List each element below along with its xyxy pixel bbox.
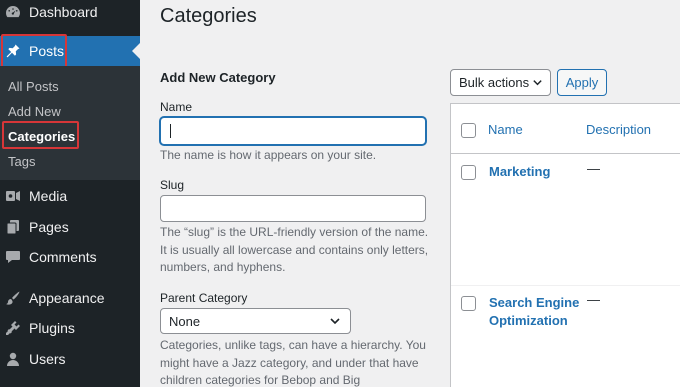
chevron-down-icon <box>330 318 340 325</box>
menu-item-dashboard[interactable]: Dashboard <box>0 0 140 27</box>
column-header-description[interactable]: Description <box>586 122 651 137</box>
slug-input[interactable] <box>160 195 426 222</box>
submenu-item-all-posts[interactable]: All Posts <box>8 79 59 94</box>
category-description: — <box>587 161 600 176</box>
menu-label: Appearance <box>29 290 105 306</box>
row-checkbox[interactable] <box>461 165 476 180</box>
admin-sidebar: Dashboard Posts All Posts Add New Catego… <box>0 0 140 387</box>
slug-label: Slug <box>160 178 185 192</box>
menu-item-pages[interactable]: Pages <box>0 212 140 242</box>
apply-button[interactable]: Apply <box>557 69 607 96</box>
comment-icon <box>5 249 21 265</box>
chevron-down-icon <box>533 80 542 86</box>
menu-label: Pages <box>29 219 69 235</box>
bulk-actions-value: Bulk actions <box>459 75 530 90</box>
category-name-link[interactable]: Search Engine Optimization <box>489 294 581 330</box>
plugin-icon <box>5 320 21 336</box>
name-input[interactable] <box>160 117 426 145</box>
page-title: Categories <box>160 5 257 27</box>
user-icon <box>5 351 21 367</box>
category-name-link[interactable]: Marketing <box>489 163 581 181</box>
parent-category-label: Parent Category <box>160 291 248 305</box>
name-label: Name <box>160 100 193 114</box>
current-menu-arrow <box>132 43 140 59</box>
parent-help-text: Categories, unlike tags, can have a hier… <box>160 338 426 387</box>
parent-category-select[interactable]: None <box>160 308 351 334</box>
menu-label: Media <box>29 188 68 204</box>
menu-item-media[interactable]: Media <box>0 181 140 211</box>
menu-item-users[interactable]: Users <box>0 344 140 374</box>
table-row: Marketing — <box>451 155 680 285</box>
categories-highlight-box <box>2 121 79 149</box>
bulk-actions-select[interactable]: Bulk actions <box>450 69 551 96</box>
categories-table: Name Description Marketing — Search Engi… <box>450 103 680 387</box>
slug-help-text: The “slug” is the URL-friendly version o… <box>160 225 429 274</box>
submenu-item-tags[interactable]: Tags <box>8 154 35 169</box>
text-caret <box>170 124 171 138</box>
menu-item-appearance[interactable]: Appearance <box>0 283 140 313</box>
dashboard-icon <box>5 4 21 20</box>
row-checkbox[interactable] <box>461 296 476 311</box>
submenu-item-add-new[interactable]: Add New <box>8 104 61 119</box>
posts-highlight-box <box>1 34 67 68</box>
table-row: Search Engine Optimization — <box>451 285 680 387</box>
form-title: Add New Category <box>160 70 276 85</box>
brush-icon <box>5 290 21 306</box>
media-icon <box>5 188 21 204</box>
menu-label: Plugins <box>29 320 75 336</box>
menu-item-comments[interactable]: Comments <box>0 242 140 272</box>
name-help-text: The name is how it appears on your site. <box>160 148 377 162</box>
menu-label: Comments <box>29 249 97 265</box>
menu-item-plugins[interactable]: Plugins <box>0 313 140 343</box>
menu-label: Dashboard <box>29 4 98 20</box>
parent-category-value: None <box>169 313 201 329</box>
column-header-name[interactable]: Name <box>488 122 523 137</box>
pages-icon <box>5 219 21 235</box>
table-header: Name Description <box>451 104 680 154</box>
category-description: — <box>587 292 600 307</box>
select-all-checkbox[interactable] <box>461 123 476 138</box>
menu-label: Users <box>29 351 66 367</box>
